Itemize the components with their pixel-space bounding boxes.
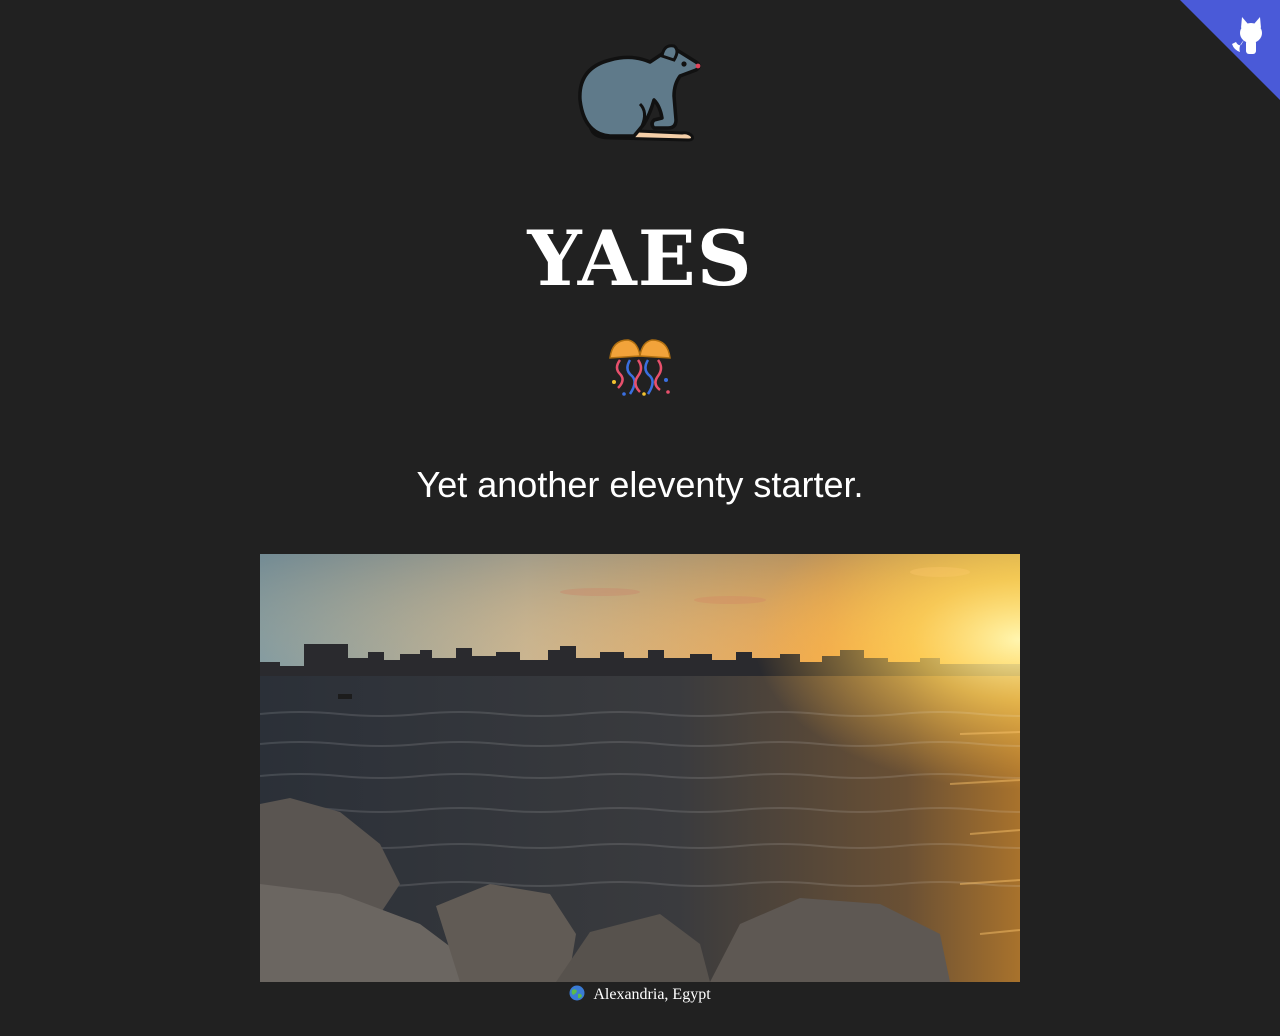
globe-icon <box>569 985 585 1001</box>
sunset-over-sea-icon <box>260 554 1020 982</box>
rat-logo <box>570 40 710 150</box>
github-octocat-icon <box>1180 0 1280 100</box>
caption-text: Alexandria, Egypt <box>593 986 711 1003</box>
github-corner-link[interactable] <box>1180 0 1280 100</box>
celebration-graphic <box>606 336 674 400</box>
image-caption: Alexandria, Egypt <box>0 984 1280 1006</box>
site-title: YAES <box>527 214 753 303</box>
confetti-ball-icon <box>609 339 671 396</box>
site-tagline: Yet another eleventy starter. <box>416 464 864 505</box>
hero-image <box>260 554 1020 982</box>
rat-icon <box>578 44 701 142</box>
